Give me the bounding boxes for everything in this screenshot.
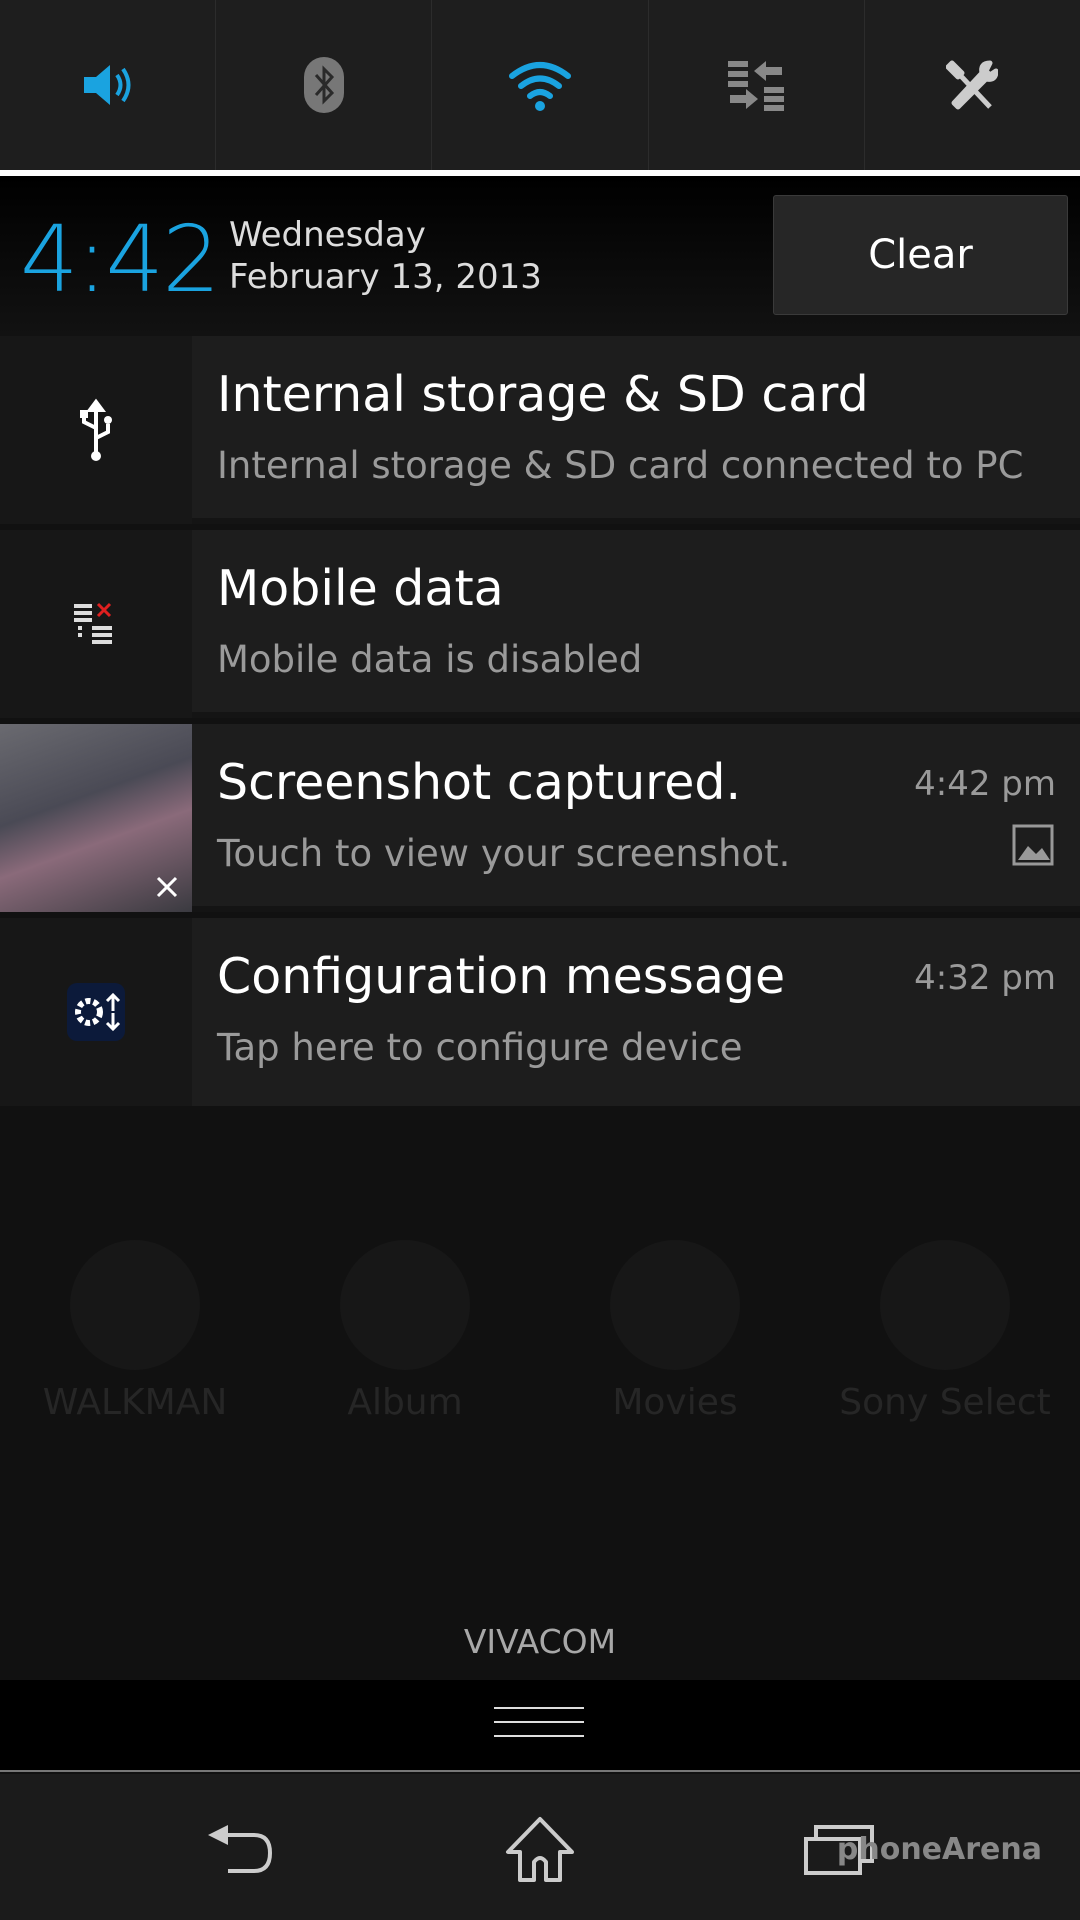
screenshot-thumbnail — [0, 724, 192, 912]
image-icon — [1012, 824, 1054, 866]
data-transfer-icon — [728, 61, 785, 111]
background-app-label: Movies — [612, 1382, 738, 1423]
icon-cell — [0, 530, 192, 718]
notification-header: 4:42 Wednesday February 13, 2013 Clear — [0, 176, 1080, 336]
carrier-label: VIVACOM — [463, 1622, 617, 1661]
wifi-toggle[interactable] — [432, 0, 649, 170]
navigation-bar: phoneArena — [0, 1774, 1080, 1920]
thumbnail-tools-icon — [156, 876, 178, 898]
notification-usb-storage[interactable]: Internal storage & SD card Internal stor… — [0, 336, 1080, 524]
drag-handle[interactable] — [0, 1680, 1080, 1772]
background-app-label: Sony Select — [839, 1382, 1051, 1423]
icon-cell — [0, 336, 192, 524]
background-app-icon — [340, 1240, 470, 1370]
day-label: Wednesday — [229, 215, 426, 255]
background-app-icon — [880, 1240, 1010, 1370]
bluetooth-toggle[interactable] — [216, 0, 433, 170]
notification-title: Screenshot captured. — [217, 754, 742, 811]
bluetooth-icon — [303, 57, 344, 113]
notification-screenshot[interactable]: Screenshot captured. Touch to view your … — [0, 724, 1080, 912]
notification-mobile-data[interactable]: Mobile data Mobile data is disabled — [0, 530, 1080, 718]
clock-time: 4:42 — [20, 206, 221, 313]
notification-title: Configuration message — [217, 948, 786, 1005]
notification-time: 4:42 pm — [914, 764, 1056, 804]
home-button[interactable] — [480, 1804, 600, 1894]
notification-configuration[interactable]: Configuration message Tap here to config… — [0, 918, 1080, 1106]
sound-toggle[interactable] — [0, 0, 217, 170]
back-button[interactable] — [180, 1804, 300, 1894]
back-icon — [208, 1825, 273, 1873]
config-gear-icon — [67, 983, 125, 1041]
home-icon — [506, 1817, 574, 1882]
notification-subtitle: Tap here to configure device — [217, 1026, 743, 1069]
background-app-label: Album — [347, 1382, 463, 1423]
notification-title: Mobile data — [217, 560, 504, 617]
clear-button[interactable]: Clear — [773, 195, 1068, 315]
quick-settings-bar — [0, 0, 1080, 170]
date-label: February 13, 2013 — [229, 257, 542, 297]
notification-subtitle: Mobile data is disabled — [217, 638, 643, 681]
wifi-icon — [509, 62, 571, 111]
speaker-icon — [83, 65, 131, 105]
date-display: Wednesday February 13, 2013 — [229, 214, 542, 298]
icon-cell — [0, 918, 192, 1106]
background-app-label: WALKMAN — [42, 1382, 228, 1423]
notification-time: 4:32 pm — [914, 958, 1056, 998]
data-sync-toggle[interactable] — [649, 0, 865, 170]
background-app-icon — [70, 1240, 200, 1370]
notification-subtitle: Internal storage & SD card connected to … — [217, 444, 1024, 487]
watermark-logo: phoneArena — [836, 1832, 1042, 1867]
notification-subtitle: Touch to view your screenshot. — [217, 832, 791, 875]
background-app-icon — [610, 1240, 740, 1370]
usb-icon — [80, 398, 112, 461]
mobile-data-disabled-icon — [74, 602, 112, 644]
settings-button[interactable] — [865, 0, 1080, 170]
notification-title: Internal storage & SD card — [217, 366, 869, 423]
tools-icon — [946, 60, 999, 110]
